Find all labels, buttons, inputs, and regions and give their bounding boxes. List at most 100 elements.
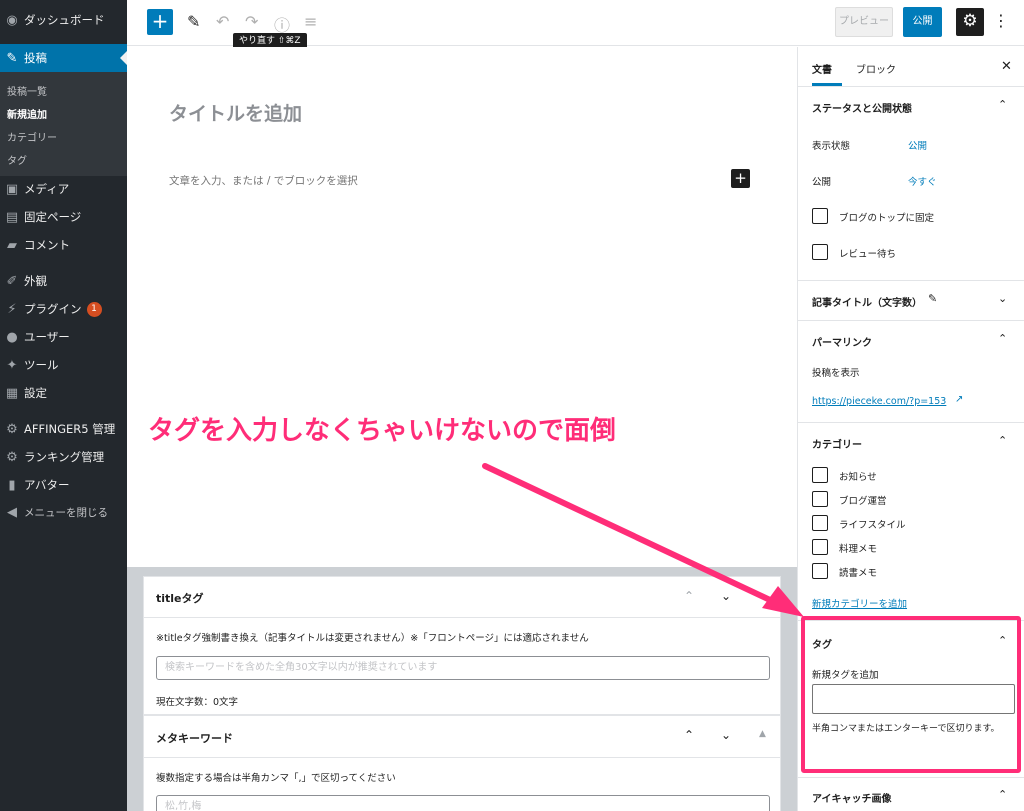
menu-tools-label: ツール [24, 358, 59, 372]
tab-block[interactable]: ブロック [856, 61, 896, 76]
menu-dashboard-label: ダッシュボード [24, 13, 105, 27]
category-checkbox[interactable] [812, 491, 828, 507]
tags-section-heading[interactable]: タグ [812, 636, 832, 651]
menu-comments-label: コメント [24, 238, 70, 252]
category-checkbox[interactable] [812, 467, 828, 483]
menu-dashboard[interactable]: ◉ ダッシュボード [0, 6, 127, 34]
wrench-icon: ✦ [6, 357, 18, 373]
permalink-section-heading[interactable]: パーマリンク [812, 334, 872, 349]
undo-button[interactable]: ↶ [216, 12, 229, 31]
chevron-up-icon: ⌃ [684, 728, 695, 742]
divider [144, 617, 780, 618]
category-label: ブログ運営 [839, 496, 887, 507]
menu-avatar[interactable]: ▮ アバター [0, 471, 127, 499]
inserter-button[interactable]: + [731, 169, 750, 188]
post-title-input[interactable]: タイトルを追加 [169, 99, 302, 126]
chevron-down-icon: ⌄ [721, 589, 732, 603]
sticky-label: ブログのトップに固定 [839, 213, 935, 224]
title-tag-input[interactable]: 検索キーワードを含めた全角30文字以内が推奨されています [156, 656, 770, 680]
pin-icon: ✎ [6, 50, 18, 66]
menu-pages-label: 固定ページ [24, 210, 82, 224]
submenu-tags[interactable]: タグ [7, 152, 27, 167]
chevron-up-icon[interactable]: ⌃ [998, 332, 1007, 345]
collapse-menu[interactable]: ◀ メニューを閉じる [0, 498, 127, 526]
chevron-up-icon[interactable]: ⌃ [998, 98, 1007, 111]
close-panel-button[interactable]: ✕ [1001, 59, 1012, 74]
category-label: お知らせ [839, 472, 877, 483]
redo-button[interactable]: ↷ [245, 12, 258, 31]
title-count-section-heading[interactable]: 記事タイトル（文字数） [812, 294, 922, 309]
visibility-toggle[interactable]: 公開 [908, 138, 927, 152]
menu-comments[interactable]: ▰ コメント [0, 231, 127, 259]
plus-icon: + [151, 9, 169, 33]
category-checkbox[interactable] [812, 539, 828, 555]
tab-document[interactable]: 文書 [812, 61, 832, 76]
category-label: 料理メモ [839, 544, 878, 555]
move-down-button[interactable]: ⌄ [721, 589, 731, 603]
admin-sidebar: ◉ ダッシュボード ✎ 投稿 投稿一覧 新規追加 カテゴリー タグ ▣ メディア ▤ 固… [0, 0, 127, 811]
sticky-checkbox[interactable] [812, 208, 828, 224]
meta-keywords-input[interactable]: 松,竹,梅 [156, 795, 770, 811]
move-up-button[interactable]: ⌃ [684, 589, 694, 603]
submenu-add-new[interactable]: 新規追加 [7, 106, 47, 121]
redo-icon: ↷ [245, 12, 259, 31]
chevron-up-icon[interactable]: ⌃ [998, 434, 1007, 447]
chevron-up-icon[interactable]: ⌃ [998, 788, 1007, 801]
preview-button[interactable]: プレビュー [835, 7, 893, 37]
menu-tools[interactable]: ✦ ツール [0, 351, 127, 379]
plus-icon: + [734, 169, 747, 187]
collapse-icon: ◀ [7, 504, 17, 520]
publish-button[interactable]: 公開 [903, 7, 942, 37]
user-icon: ● [6, 329, 18, 345]
settings-icon: ▦ [5, 385, 19, 401]
outline-button[interactable]: ≡ [304, 12, 317, 31]
view-post-label: 投稿を表示 [812, 368, 860, 379]
move-up-button[interactable]: ⌃ [684, 728, 694, 742]
menu-settings[interactable]: ▦ 設定 [0, 379, 127, 407]
menu-appearance[interactable]: ✐ 外観 [0, 267, 127, 295]
metabox-meta-keywords-heading: メタキーワード [156, 732, 233, 745]
add-category-link[interactable]: 新規カテゴリーを追加 [812, 596, 907, 610]
permalink-link[interactable]: https://pieceke.com/?p=153 [812, 396, 946, 407]
category-checkbox[interactable] [812, 515, 828, 531]
featured-image-section-heading[interactable]: アイキャッチ画像 [812, 790, 892, 805]
undo-icon: ↶ [216, 12, 230, 31]
divider [798, 777, 1024, 778]
settings-toggle-button[interactable]: ⚙ [956, 8, 984, 36]
menu-posts-label: 投稿 [24, 51, 47, 65]
submenu-categories[interactable]: カテゴリー [7, 129, 57, 144]
menu-plugins[interactable]: ⚡ プラグイン 1 [0, 295, 127, 323]
editor-toolbar: + ✎ ↶ ↷ ⓘ ≡ やり直す ⇧⌘Z プレビュー 公開 ⚙ ⋮ [127, 0, 1024, 50]
divider [144, 757, 780, 758]
menu-pages[interactable]: ▤ 固定ページ [0, 203, 127, 231]
menu-ranking[interactable]: ⚙ ランキング管理 [0, 443, 127, 471]
menu-appearance-label: 外観 [24, 274, 47, 288]
gear-icon: ⚙ [962, 11, 978, 31]
posts-submenu: 投稿一覧 新規追加 カテゴリー タグ [0, 72, 127, 176]
menu-users[interactable]: ● ユーザー [0, 323, 127, 351]
move-down-button[interactable]: ⌄ [721, 728, 731, 742]
category-checkbox[interactable] [812, 563, 828, 579]
document-settings-panel: 文書 ブロック ✕ ステータスと公開状態 ⌃ 表示状態 公開 公開 今すぐ ブロ… [797, 47, 1024, 811]
categories-section-heading[interactable]: カテゴリー [812, 436, 862, 451]
pending-review-checkbox[interactable] [812, 244, 828, 260]
submenu-all-posts[interactable]: 投稿一覧 [7, 83, 47, 98]
menu-settings-label: 設定 [24, 386, 47, 400]
menu-media[interactable]: ▣ メディア [0, 175, 127, 203]
chevron-down-icon[interactable]: ⌄ [998, 292, 1007, 305]
chevron-up-icon[interactable]: ⌃ [998, 634, 1007, 647]
default-block-appender[interactable]: 文章を入力、または / でブロックを選択 [169, 173, 358, 188]
publish-date-toggle[interactable]: 今すぐ [908, 174, 937, 188]
close-icon: ✕ [1001, 59, 1012, 74]
editor-canvas: タイトルを追加 文章を入力、または / でブロックを選択 + [127, 47, 797, 567]
status-section-heading[interactable]: ステータスと公開状態 [812, 100, 912, 115]
toggle-panel-button[interactable]: ▲ [759, 729, 766, 739]
divider [798, 320, 1024, 321]
add-block-button[interactable]: + [147, 9, 173, 35]
menu-media-label: メディア [24, 182, 70, 196]
menu-affinger[interactable]: ⚙ AFFINGER5 管理 [0, 415, 127, 443]
more-options-button[interactable]: ⋮ [993, 11, 1009, 30]
tag-input[interactable] [812, 684, 1015, 714]
edit-mode-button[interactable]: ✎ [187, 12, 200, 31]
menu-posts[interactable]: ✎ 投稿 [0, 44, 127, 72]
